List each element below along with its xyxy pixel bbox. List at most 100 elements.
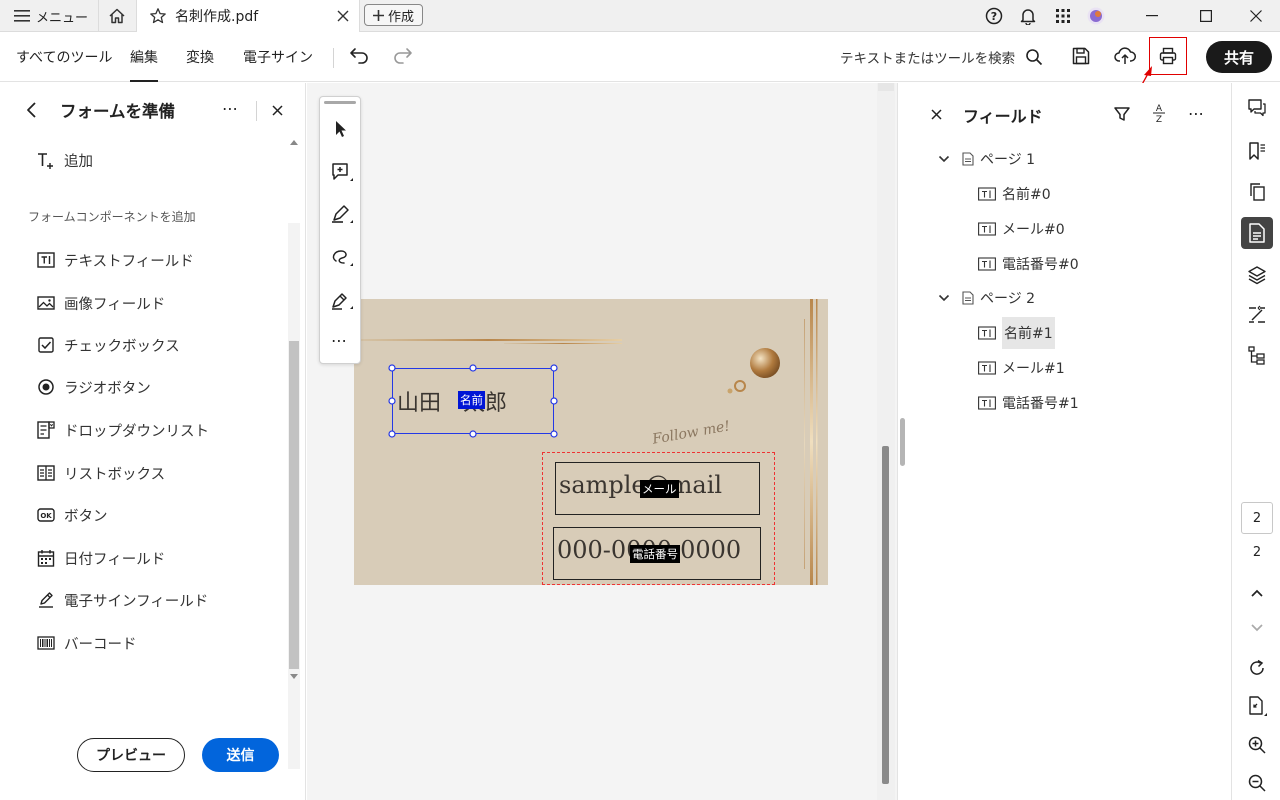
svg-text:?: ? bbox=[991, 10, 997, 23]
send-button[interactable]: 送信 bbox=[202, 738, 279, 772]
sort-button[interactable]: AZ bbox=[1151, 102, 1167, 124]
close-window-icon bbox=[1250, 10, 1262, 22]
tree-field-phone-0[interactable]: 電話番号#0 bbox=[978, 251, 1079, 277]
menu-button[interactable]: メニュー bbox=[14, 0, 88, 32]
left-scrollbar-thumb[interactable] bbox=[289, 341, 299, 669]
tree-page-2[interactable]: ページ 2 bbox=[938, 285, 1035, 311]
more-tools-icon[interactable]: ⋯ bbox=[331, 331, 348, 350]
tab-e-sign[interactable]: 電子サイン bbox=[243, 32, 313, 82]
scroll-up-arrow-icon[interactable] bbox=[290, 140, 298, 145]
comments-button[interactable] bbox=[1241, 92, 1273, 124]
minimize-button[interactable] bbox=[1142, 0, 1162, 32]
tree-field-name-0[interactable]: 名前#0 bbox=[978, 181, 1051, 207]
previous-page-button[interactable] bbox=[1241, 577, 1273, 609]
close-panel-button[interactable] bbox=[272, 105, 283, 116]
component-radio-button[interactable]: ラジオボタン bbox=[36, 375, 151, 399]
more-options-icon[interactable]: ⋯ bbox=[222, 99, 239, 118]
page-number-input[interactable]: 2 bbox=[1241, 502, 1273, 534]
component-list-box[interactable]: リストボックス bbox=[36, 461, 165, 485]
prepare-form-panel: フォームを準備 ⋯ 追加 フォームコンポーネントを追加 テキストフィールド 画像… bbox=[0, 83, 306, 800]
component-dropdown-list[interactable]: ドロップダウンリスト bbox=[36, 418, 209, 442]
canvas-scroll-top[interactable] bbox=[878, 83, 894, 91]
comments-icon bbox=[1248, 99, 1266, 117]
rotate-button[interactable] bbox=[1241, 652, 1273, 684]
select-tool-button[interactable] bbox=[331, 119, 349, 139]
tool-search[interactable]: テキストまたはツールを検索 bbox=[840, 32, 1043, 82]
home-button[interactable] bbox=[98, 0, 134, 32]
zoom-out-button[interactable] bbox=[1241, 767, 1273, 799]
ok-button-icon: OK bbox=[36, 505, 56, 525]
help-button[interactable]: ? bbox=[984, 0, 1004, 32]
email-field[interactable]: sample@mail メール bbox=[555, 462, 760, 515]
draw-tool-button[interactable] bbox=[330, 246, 354, 270]
notifications-button[interactable] bbox=[1018, 0, 1038, 32]
fields-panel-toggle[interactable] bbox=[1241, 217, 1273, 249]
layers-button[interactable] bbox=[1241, 259, 1273, 291]
component-image-field[interactable]: 画像フィールド bbox=[36, 291, 165, 315]
back-button[interactable] bbox=[26, 101, 38, 119]
create-button[interactable]: 作成 bbox=[364, 4, 424, 26]
extract-page-button[interactable] bbox=[1241, 690, 1273, 722]
preview-button[interactable]: プレビュー bbox=[77, 738, 185, 772]
tab-edit[interactable]: 編集 bbox=[130, 32, 158, 82]
add-text-icon bbox=[36, 150, 56, 170]
maximize-icon bbox=[1200, 10, 1212, 22]
svg-text:Z: Z bbox=[1156, 115, 1162, 124]
component-text-field[interactable]: テキストフィールド bbox=[36, 248, 194, 272]
text-field-icon bbox=[978, 222, 996, 236]
apps-button[interactable] bbox=[1054, 0, 1072, 32]
order-button[interactable] bbox=[1241, 299, 1273, 331]
component-label: ボタン bbox=[64, 508, 108, 525]
selection-handles[interactable] bbox=[387, 363, 559, 439]
tree-field-email-0[interactable]: メール#0 bbox=[978, 216, 1065, 242]
more-options-icon[interactable]: ⋯ bbox=[1188, 104, 1205, 123]
highlight-tool-button[interactable] bbox=[330, 203, 354, 227]
bookmarks-button[interactable] bbox=[1241, 135, 1273, 167]
field-label: 電話番号#1 bbox=[1002, 396, 1079, 412]
component-label: 画像フィールド bbox=[64, 296, 166, 313]
zoom-out-icon bbox=[1248, 774, 1266, 792]
star-icon[interactable] bbox=[149, 7, 167, 25]
page-action-icon bbox=[1249, 696, 1267, 716]
menu-label: メニュー bbox=[36, 10, 89, 26]
business-card-page[interactable]: Follow me! 山田 太郎 名前 sample@mail メール 000-… bbox=[354, 299, 828, 585]
checkbox-icon bbox=[36, 335, 56, 355]
component-label: テキストフィールド bbox=[64, 253, 194, 270]
tree-page-1[interactable]: ページ 1 bbox=[938, 146, 1035, 172]
canvas-scrollbar-thumb[interactable] bbox=[882, 446, 889, 784]
avatar[interactable] bbox=[1086, 0, 1106, 32]
sign-tool-button[interactable] bbox=[330, 289, 354, 313]
component-button[interactable]: OK ボタン bbox=[36, 503, 108, 527]
tags-button[interactable] bbox=[1241, 339, 1273, 371]
add-text-button[interactable]: 追加 bbox=[36, 148, 93, 172]
tree-field-phone-1[interactable]: 電話番号#1 bbox=[978, 390, 1079, 416]
next-page-button[interactable] bbox=[1241, 612, 1273, 644]
undo-button[interactable] bbox=[348, 46, 370, 68]
document-tab[interactable]: 名刺作成.pdf bbox=[136, 0, 360, 32]
close-fields-button[interactable] bbox=[931, 109, 942, 120]
close-tab-icon[interactable] bbox=[337, 10, 349, 22]
phone-field[interactable]: 000-0000-0000 電話番号 bbox=[553, 527, 761, 580]
component-barcode[interactable]: バーコード bbox=[36, 631, 137, 655]
close-window-button[interactable] bbox=[1246, 0, 1266, 32]
tree-field-name-1[interactable]: 名前#1 bbox=[978, 317, 1055, 349]
component-signature-field[interactable]: 電子サインフィールド bbox=[36, 588, 208, 612]
tree-field-email-1[interactable]: メール#1 bbox=[978, 355, 1065, 381]
pages-button[interactable] bbox=[1241, 176, 1273, 208]
redo-button[interactable] bbox=[392, 46, 414, 68]
component-checkbox[interactable]: チェックボックス bbox=[36, 333, 180, 357]
comment-tool-button[interactable] bbox=[330, 161, 354, 185]
dropdown-list-icon bbox=[36, 420, 56, 440]
quick-tools-rail: ⋯ bbox=[319, 96, 361, 364]
component-date-field[interactable]: 日付フィールド bbox=[36, 546, 165, 570]
hamburger-icon bbox=[14, 10, 30, 22]
maximize-button[interactable] bbox=[1196, 0, 1216, 32]
share-button[interactable]: 共有 bbox=[1206, 41, 1272, 73]
filter-button[interactable] bbox=[1113, 105, 1131, 123]
tab-convert[interactable]: 変換 bbox=[186, 32, 214, 82]
panel-resize-handle[interactable] bbox=[900, 418, 905, 466]
drag-handle[interactable] bbox=[324, 101, 356, 104]
tab-all-tools[interactable]: すべてのツール bbox=[16, 32, 112, 82]
scroll-down-arrow-icon[interactable] bbox=[290, 674, 298, 679]
zoom-in-button[interactable] bbox=[1241, 729, 1273, 761]
